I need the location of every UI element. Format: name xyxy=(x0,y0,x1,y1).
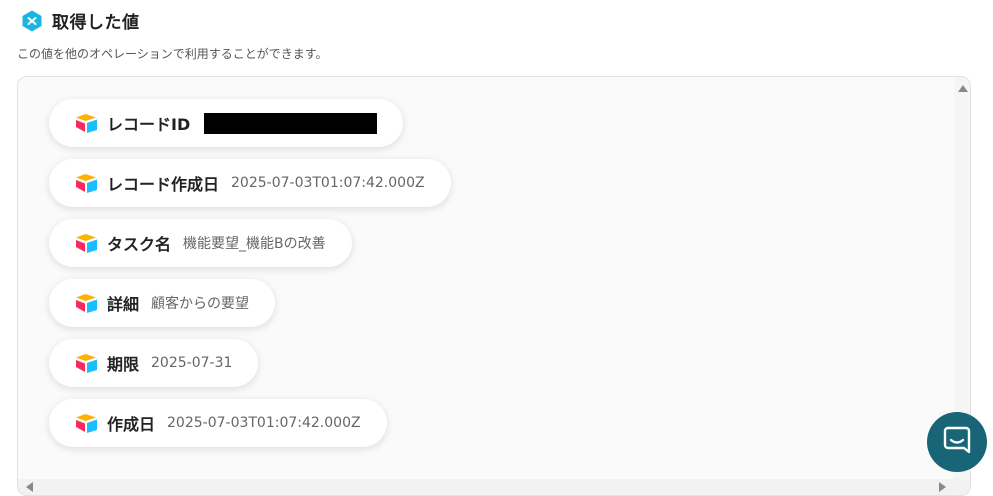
airtable-icon xyxy=(75,353,99,373)
airtable-icon xyxy=(75,293,99,313)
value-item-record-id[interactable]: レコードID xyxy=(49,99,404,147)
value-item-details[interactable]: 詳細 顧客からの要望 xyxy=(49,279,276,327)
close-badge-icon xyxy=(20,9,44,33)
item-value: 顧客からの要望 xyxy=(151,296,250,312)
airtable-icon xyxy=(75,173,99,193)
value-item-record-created[interactable]: レコード作成日 2025-07-03T01:07:42.000Z xyxy=(49,159,451,207)
item-value: 2025-07-03T01:07:42.000Z xyxy=(231,175,425,191)
values-panel: レコードID レコード作成日 2025-07-03T01:07:42.000Z … xyxy=(17,76,971,496)
value-item-task-name[interactable]: タスク名 機能要望_機能Bの改善 xyxy=(49,219,352,267)
airtable-icon xyxy=(75,413,99,433)
scroll-up-icon[interactable] xyxy=(958,85,968,92)
header: 取得した値 xyxy=(20,8,140,33)
chat-icon xyxy=(942,425,972,459)
item-label: 詳細 xyxy=(107,295,140,314)
airtable-icon xyxy=(75,233,99,253)
item-label: レコード作成日 xyxy=(107,175,220,194)
redacted-value xyxy=(204,112,378,134)
item-label: タスク名 xyxy=(107,235,172,254)
value-item-created-date[interactable]: 作成日 2025-07-03T01:07:42.000Z xyxy=(49,399,387,447)
item-label: 期限 xyxy=(107,355,140,374)
airtable-icon xyxy=(75,113,99,133)
scroll-right-icon[interactable] xyxy=(939,482,946,492)
item-value: 2025-07-31 xyxy=(151,355,233,371)
page-subtitle: この値を他のオペレーションで利用することができます。 xyxy=(17,47,328,61)
item-value: 2025-07-03T01:07:42.000Z xyxy=(167,415,361,431)
item-label: 作成日 xyxy=(107,415,156,434)
item-label: レコードID xyxy=(107,115,191,134)
chat-button[interactable] xyxy=(927,412,987,472)
item-value: 機能要望_機能Bの改善 xyxy=(183,236,326,252)
horizontal-scrollbar[interactable] xyxy=(18,479,970,495)
scroll-left-icon[interactable] xyxy=(26,482,33,492)
page-title: 取得した値 xyxy=(52,13,140,33)
value-item-due-date[interactable]: 期限 2025-07-31 xyxy=(49,339,259,387)
